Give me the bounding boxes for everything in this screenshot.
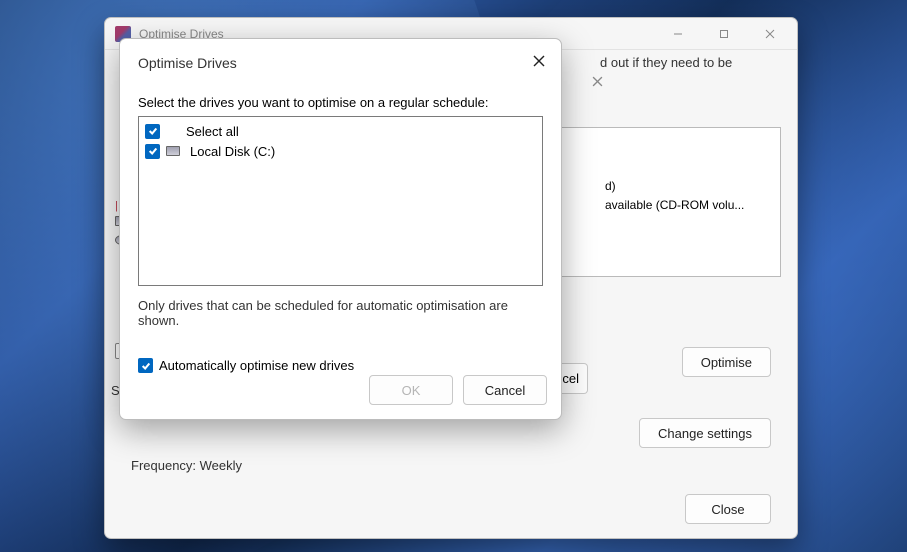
optimise-drives-schedule-dialog: Optimise Drives Select the drives you wa…	[119, 38, 562, 420]
select-all-label: Select all	[186, 124, 239, 139]
change-settings-button[interactable]: Change settings	[639, 418, 771, 448]
optimise-label: Optimise	[701, 355, 752, 370]
maximize-button[interactable]	[701, 19, 747, 49]
status-cdrom-fragment: available (CD-ROM volu...	[605, 198, 744, 212]
dialog-title: Optimise Drives	[138, 55, 543, 71]
close-icon[interactable]	[527, 49, 551, 73]
auto-optimise-checkbox[interactable]	[138, 358, 153, 373]
cancel-label: Cancel	[485, 383, 525, 398]
hard-disk-icon	[166, 146, 180, 156]
local-disk-item[interactable]: Local Disk (C:)	[145, 141, 536, 161]
select-all-item[interactable]: Select all	[145, 121, 536, 141]
close-label: Close	[711, 502, 744, 517]
close-button[interactable]	[747, 19, 793, 49]
change-settings-label: Change settings	[658, 426, 752, 441]
status-ok-fragment: d)	[605, 179, 616, 193]
hint-text: Only drives that can be scheduled for au…	[138, 298, 543, 328]
minimize-button[interactable]	[655, 19, 701, 49]
frequency-text: Frequency: Weekly	[131, 458, 242, 473]
instruction-text: Select the drives you want to optimise o…	[138, 95, 543, 110]
optimise-button[interactable]: Optimise	[682, 347, 771, 377]
close-button-footer[interactable]: Close	[685, 494, 771, 524]
drive-selection-list[interactable]: Select all Local Disk (C:)	[138, 116, 543, 286]
ok-label: OK	[402, 383, 421, 398]
intermediate-dialog-close-icon[interactable]	[586, 70, 608, 92]
auto-optimise-label: Automatically optimise new drives	[159, 358, 354, 373]
cancel-label-fragment: cel	[562, 371, 579, 386]
description-fragment-right: d out if they need to be	[600, 55, 732, 70]
local-disk-checkbox[interactable]	[145, 144, 160, 159]
cancel-button[interactable]: Cancel	[463, 375, 547, 405]
local-disk-label: Local Disk (C:)	[190, 144, 275, 159]
select-all-checkbox[interactable]	[145, 124, 160, 139]
ok-button[interactable]: OK	[369, 375, 453, 405]
